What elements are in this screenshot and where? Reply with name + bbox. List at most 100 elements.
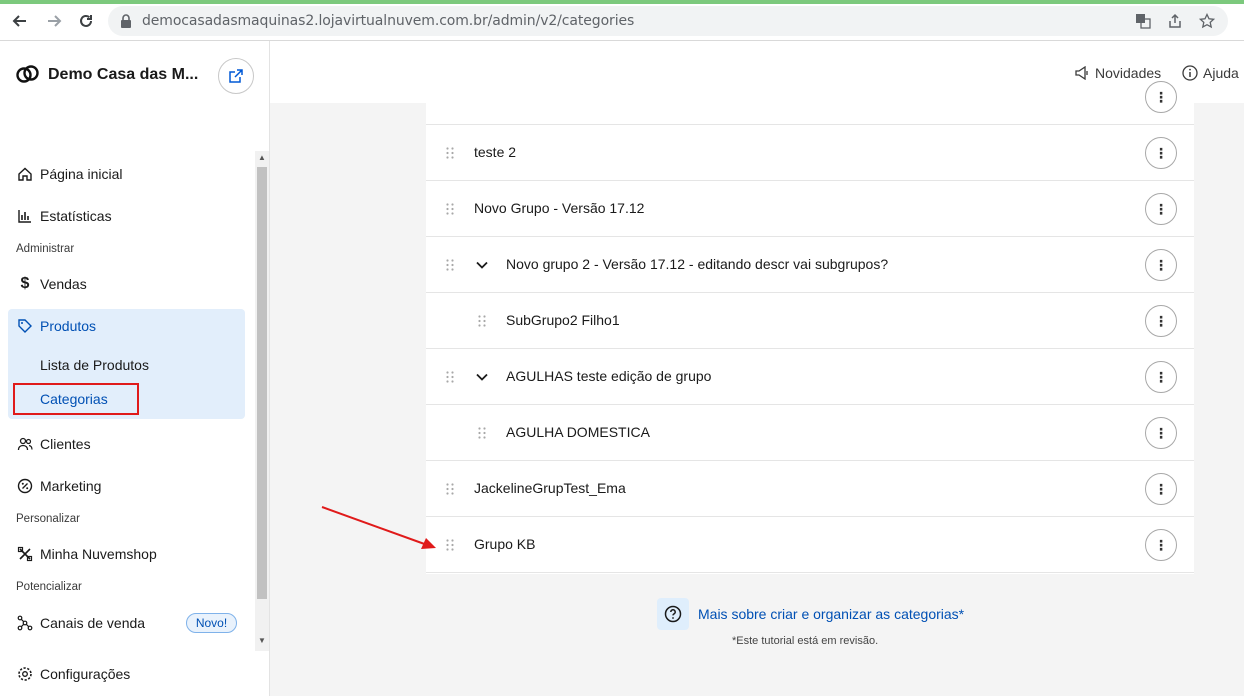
bar-chart-icon <box>16 207 34 225</box>
more-vertical-icon: ⋮ <box>1154 369 1168 385</box>
sidebar-item-label: Canais de venda <box>40 615 146 631</box>
more-options-button[interactable]: ⋮ <box>1145 305 1177 337</box>
lock-icon <box>120 13 132 34</box>
more-vertical-icon: ⋮ <box>1154 201 1168 217</box>
users-icon <box>16 435 34 453</box>
sidebar-item-stats[interactable]: Estatísticas <box>0 196 245 236</box>
category-name: AGULHAS teste edição de grupo <box>506 368 712 384</box>
more-vertical-icon: ⋮ <box>1154 481 1168 497</box>
sidebar-item-clients[interactable]: Clientes <box>0 424 245 464</box>
main-content: ⋮ teste 2 ⋮ Novo Grupo - Versão 17.12 ⋮ Novo… <box>270 81 1244 696</box>
section-label-admin: Administrar <box>16 243 75 255</box>
drag-handle-icon[interactable] <box>446 203 454 215</box>
star-icon[interactable] <box>1198 13 1216 29</box>
tools-icon <box>16 545 34 563</box>
list-item: AGULHAS teste edição de grupo ⋮ <box>426 349 1194 405</box>
drag-handle-icon[interactable] <box>446 147 454 159</box>
more-options-button[interactable]: ⋮ <box>1145 137 1177 169</box>
sidebar-item-products[interactable]: Produtos <box>0 306 245 346</box>
more-options-button[interactable]: ⋮ <box>1145 81 1177 113</box>
more-options-button[interactable]: ⋮ <box>1145 249 1177 281</box>
sidebar-item-home[interactable]: Página inicial <box>0 154 245 194</box>
browser-top-accent <box>0 0 1244 4</box>
sidebar-scrollbar[interactable]: ▲ ▼ <box>255 151 269 651</box>
chevron-down-icon[interactable] <box>475 258 489 272</box>
open-store-button[interactable] <box>218 58 254 94</box>
forward-arrow-icon[interactable] <box>44 11 64 31</box>
sidebar-item-label: Estatísticas <box>40 208 112 224</box>
drag-handle-icon[interactable] <box>478 427 486 439</box>
more-options-button[interactable]: ⋮ <box>1145 193 1177 225</box>
scroll-up-arrow-icon[interactable]: ▲ <box>258 154 266 162</box>
help-label: Ajuda <box>1203 65 1239 81</box>
list-item: Novo Grupo - Versão 17.12 ⋮ <box>426 181 1194 237</box>
more-options-button[interactable]: ⋮ <box>1145 529 1177 561</box>
drag-handle-icon[interactable] <box>478 315 486 327</box>
percent-icon <box>16 477 34 495</box>
drag-handle-icon[interactable] <box>446 539 454 551</box>
sidebar-item-label: Vendas <box>40 276 87 292</box>
sidebar-item-label: Clientes <box>40 436 91 452</box>
more-options-button[interactable]: ⋮ <box>1145 417 1177 449</box>
help-note: *Este tutorial está em revisão. <box>732 635 879 647</box>
section-label-customize: Personalizar <box>16 513 80 525</box>
dollar-icon: $ <box>20 275 30 292</box>
sidebar-item-label: Configurações <box>40 666 131 682</box>
url-text[interactable]: democasadasmaquinas2.lojavirtualnuvem.co… <box>142 13 634 29</box>
sidebar-subitem-product-list[interactable]: Lista de Produtos <box>40 357 149 373</box>
more-options-button[interactable]: ⋮ <box>1145 473 1177 505</box>
list-item: JackelineGrupTest_Ema ⋮ <box>426 461 1194 517</box>
list-item-child: AGULHA DOMESTICA ⋮ <box>426 405 1194 461</box>
scroll-down-arrow-icon[interactable]: ▼ <box>258 637 266 645</box>
store-name: Demo Casa das M... <box>48 66 199 83</box>
help-block[interactable]: Mais sobre criar e organizar as categori… <box>657 598 964 630</box>
share-icon[interactable] <box>1166 13 1184 29</box>
chevron-down-icon[interactable] <box>475 370 489 384</box>
browser-toolbar: democasadasmaquinas2.lojavirtualnuvem.co… <box>0 0 1244 41</box>
category-name: Novo grupo 2 - Versão 17.12 - editando d… <box>506 256 889 272</box>
category-name: Grupo KB <box>474 536 536 552</box>
back-arrow-icon[interactable] <box>10 11 30 31</box>
sidebar-item-label: Produtos <box>40 318 97 334</box>
sidebar-item-label: Marketing <box>40 478 102 494</box>
nuvemshop-logo-icon <box>16 65 40 88</box>
sidebar-item-my-store[interactable]: Minha Nuvemshop <box>0 534 245 574</box>
list-item-partial: ⋮ <box>426 69 1194 125</box>
more-vertical-icon: ⋮ <box>1154 145 1168 161</box>
category-name: AGULHA DOMESTICA <box>506 424 650 440</box>
more-vertical-icon: ⋮ <box>1154 257 1168 273</box>
list-item-child: SubGrupo2 Filho1 ⋮ <box>426 293 1194 349</box>
more-vertical-icon: ⋮ <box>1154 537 1168 553</box>
translate-icon[interactable] <box>1134 13 1152 29</box>
more-vertical-icon: ⋮ <box>1154 425 1168 441</box>
new-badge: Novo! <box>186 613 237 633</box>
question-icon <box>657 598 689 630</box>
share-nodes-icon <box>16 614 34 632</box>
scrollbar-thumb[interactable] <box>257 167 267 599</box>
list-item: Grupo KB ⋮ <box>426 517 1194 573</box>
sidebar-item-settings[interactable]: Configurações <box>0 654 245 694</box>
drag-handle-icon[interactable] <box>446 483 454 495</box>
drag-handle-icon[interactable] <box>446 259 454 271</box>
store-header: Demo Casa das M... <box>0 41 270 111</box>
reload-icon[interactable] <box>76 11 96 31</box>
more-options-button[interactable]: ⋮ <box>1145 361 1177 393</box>
category-name: teste 2 <box>474 144 517 160</box>
sidebar: Demo Casa das M... Página inicial Estatí… <box>0 41 270 696</box>
external-link-icon <box>229 69 243 83</box>
section-label-boost: Potencializar <box>16 581 82 593</box>
category-name: SubGrupo2 Filho1 <box>506 312 620 328</box>
more-vertical-icon: ⋮ <box>1154 313 1168 329</box>
list-item: teste 2 ⋮ <box>426 125 1194 181</box>
more-vertical-icon: ⋮ <box>1154 89 1168 105</box>
sidebar-item-sales[interactable]: $ Vendas <box>0 264 245 304</box>
home-icon <box>16 165 34 183</box>
help-article-link[interactable]: Mais sobre criar e organizar as categori… <box>698 606 964 622</box>
sidebar-item-label: Página inicial <box>40 166 123 182</box>
drag-handle-icon[interactable] <box>446 371 454 383</box>
sidebar-item-marketing[interactable]: Marketing <box>0 466 245 506</box>
address-bar[interactable]: democasadasmaquinas2.lojavirtualnuvem.co… <box>108 6 1228 36</box>
category-name: JackelineGrupTest_Ema <box>474 480 626 496</box>
categories-highlight-box <box>13 383 139 415</box>
gear-icon <box>16 665 34 683</box>
